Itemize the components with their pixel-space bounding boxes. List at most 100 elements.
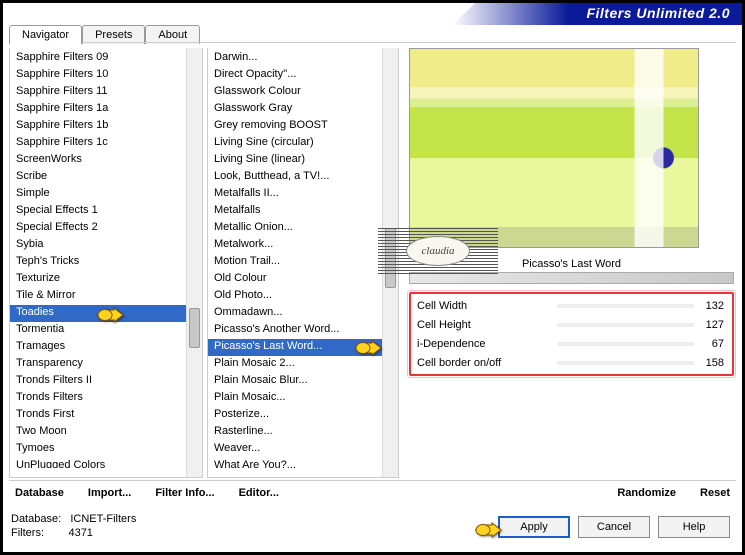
filter-item[interactable]: Weaver...	[208, 441, 398, 458]
category-item[interactable]: ScreenWorks	[10, 152, 202, 169]
tab-navigator[interactable]: Navigator	[9, 25, 82, 44]
category-item[interactable]: Sapphire Filters 11	[10, 84, 202, 101]
filter-item[interactable]: Metalfalls	[208, 203, 398, 220]
filter-info-link[interactable]: Filter Info...	[155, 487, 214, 499]
category-item[interactable]: Texturize	[10, 271, 202, 288]
filter-item[interactable]: Darwin...	[208, 50, 398, 67]
status-bar: Database: ICNET-Filters Filters: 4371	[11, 512, 136, 540]
status-filters-label: Filters:	[11, 527, 44, 539]
category-item[interactable]: Teph's Tricks	[10, 254, 202, 271]
filter-item[interactable]: Metalwork...	[208, 237, 398, 254]
category-item[interactable]: Tormentia	[10, 322, 202, 339]
category-item[interactable]: Sybia	[10, 237, 202, 254]
param-value: 127	[694, 319, 726, 331]
import-link[interactable]: Import...	[88, 487, 131, 499]
filter-item[interactable]: Glasswork Gray	[208, 101, 398, 118]
param-label: Cell Height	[417, 319, 557, 331]
selected-filter-title: Picasso's Last Word	[409, 256, 734, 272]
filter-item[interactable]: Grey removing BOOST	[208, 118, 398, 135]
category-item[interactable]: Tronds Filters II	[10, 373, 202, 390]
category-item[interactable]: Simple	[10, 186, 202, 203]
category-list[interactable]: Sapphire Filters 09Sapphire Filters 10Sa…	[9, 48, 203, 478]
filter-list-body[interactable]: Darwin...Direct Opacity''...Glasswork Co…	[208, 48, 398, 468]
database-link[interactable]: Database	[15, 487, 64, 499]
reset-link[interactable]: Reset	[700, 487, 730, 499]
param-slider[interactable]	[557, 323, 694, 327]
filter-item[interactable]: Direct Opacity''...	[208, 67, 398, 84]
filter-list[interactable]: Darwin...Direct Opacity''...Glasswork Co…	[207, 48, 399, 478]
tab-divider	[9, 42, 736, 43]
filter-item[interactable]: Plain Mosaic Blur...	[208, 373, 398, 390]
content-area: Sapphire Filters 09Sapphire Filters 10Sa…	[9, 48, 736, 492]
category-item[interactable]: UnPlugged Colors	[10, 458, 202, 468]
category-item[interactable]: Tronds Filters	[10, 390, 202, 407]
param-row: Cell Width 132	[413, 296, 730, 315]
parameters-box: Cell Width 132 Cell Height 127 i-Dependence 6…	[409, 292, 734, 376]
category-item[interactable]: Sapphire Filters 1c	[10, 135, 202, 152]
apply-button[interactable]: Apply	[498, 516, 570, 538]
category-item[interactable]: Two Moon	[10, 424, 202, 441]
category-list-body[interactable]: Sapphire Filters 09Sapphire Filters 10Sa…	[10, 48, 202, 468]
param-value: 67	[694, 338, 726, 350]
category-item[interactable]: Sapphire Filters 1a	[10, 101, 202, 118]
category-item[interactable]: Tronds First	[10, 407, 202, 424]
param-slider[interactable]	[557, 342, 694, 346]
cancel-button[interactable]: Cancel	[578, 516, 650, 538]
help-button[interactable]: Help	[658, 516, 730, 538]
param-value: 132	[694, 300, 726, 312]
filter-item[interactable]: Living Sine (linear)	[208, 152, 398, 169]
param-label: i-Dependence	[417, 338, 557, 350]
editor-link[interactable]: Editor...	[239, 487, 279, 499]
filter-item[interactable]: Old Photo...	[208, 288, 398, 305]
preview-title-bar	[409, 272, 734, 284]
category-item[interactable]: Special Effects 2	[10, 220, 202, 237]
param-label: Cell Width	[417, 300, 557, 312]
param-slider[interactable]	[557, 304, 694, 308]
filter-item[interactable]: Ommadawn...	[208, 305, 398, 322]
status-db-value: ICNET-Filters	[70, 513, 136, 525]
filter-item[interactable]: Plain Mosaic 2...	[208, 356, 398, 373]
category-item[interactable]: Sapphire Filters 10	[10, 67, 202, 84]
param-label: Cell border on/off	[417, 357, 557, 369]
filter-item[interactable]: Motion Trail...	[208, 254, 398, 271]
param-row: i-Dependence 67	[413, 334, 730, 353]
category-item[interactable]: Special Effects 1	[10, 203, 202, 220]
filter-item[interactable]: Posterize...	[208, 407, 398, 424]
filter-item[interactable]: Metalfalls II...	[208, 186, 398, 203]
filter-item[interactable]: Glasswork Colour	[208, 84, 398, 101]
filter-item[interactable]: Old Colour	[208, 271, 398, 288]
filter-item[interactable]: What Are You?...	[208, 458, 398, 468]
filter-item[interactable]: Picasso's Last Word...	[208, 339, 398, 356]
category-item[interactable]: Sapphire Filters 1b	[10, 118, 202, 135]
category-item[interactable]: Transparency	[10, 356, 202, 373]
status-database: Database: ICNET-Filters	[11, 512, 136, 526]
category-item[interactable]: Tile & Mirror	[10, 288, 202, 305]
param-value: 158	[694, 357, 726, 369]
category-item[interactable]: Sapphire Filters 09	[10, 50, 202, 67]
link-bar: Database Import... Filter Info... Editor…	[9, 480, 736, 500]
preview-image	[409, 48, 699, 248]
category-scrollbar[interactable]	[186, 48, 202, 477]
filter-item[interactable]: Rasterline...	[208, 424, 398, 441]
status-db-label: Database:	[11, 513, 61, 525]
status-filters: Filters: 4371	[11, 526, 136, 540]
category-item[interactable]: Toadies	[10, 305, 202, 322]
param-row: Cell Height 127	[413, 315, 730, 334]
filter-item[interactable]: Living Sine (circular)	[208, 135, 398, 152]
filter-scrollbar[interactable]	[382, 48, 398, 477]
title-bar: Filters Unlimited 2.0	[452, 3, 742, 25]
filter-item[interactable]: Plain Mosaic...	[208, 390, 398, 407]
category-item[interactable]: Tymoes	[10, 441, 202, 458]
category-item[interactable]: Tramages	[10, 339, 202, 356]
filter-scroll-thumb[interactable]	[385, 228, 396, 288]
randomize-link[interactable]: Randomize	[617, 487, 676, 499]
dialog-buttons: Apply Cancel Help	[498, 516, 730, 538]
status-filters-value: 4371	[68, 527, 92, 539]
filter-item[interactable]: Look, Butthead, a TV!...	[208, 169, 398, 186]
category-item[interactable]: Scribe	[10, 169, 202, 186]
filter-item[interactable]: Metallic Onion...	[208, 220, 398, 237]
app-title: Filters Unlimited 2.0	[586, 5, 730, 21]
param-slider[interactable]	[557, 361, 694, 365]
filter-item[interactable]: Picasso's Another Word...	[208, 322, 398, 339]
category-scroll-thumb[interactable]	[189, 308, 200, 348]
